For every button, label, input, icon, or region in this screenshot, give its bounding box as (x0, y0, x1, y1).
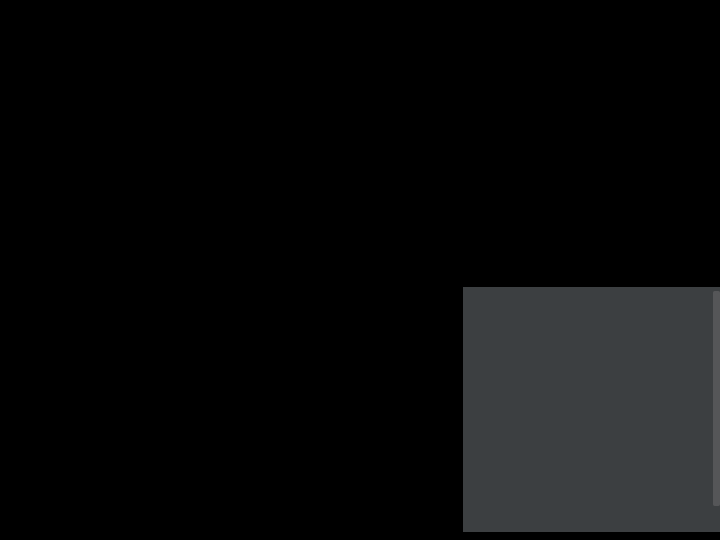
vertical-scrollbar[interactable] (713, 291, 720, 506)
project-tree-panel (463, 287, 720, 532)
